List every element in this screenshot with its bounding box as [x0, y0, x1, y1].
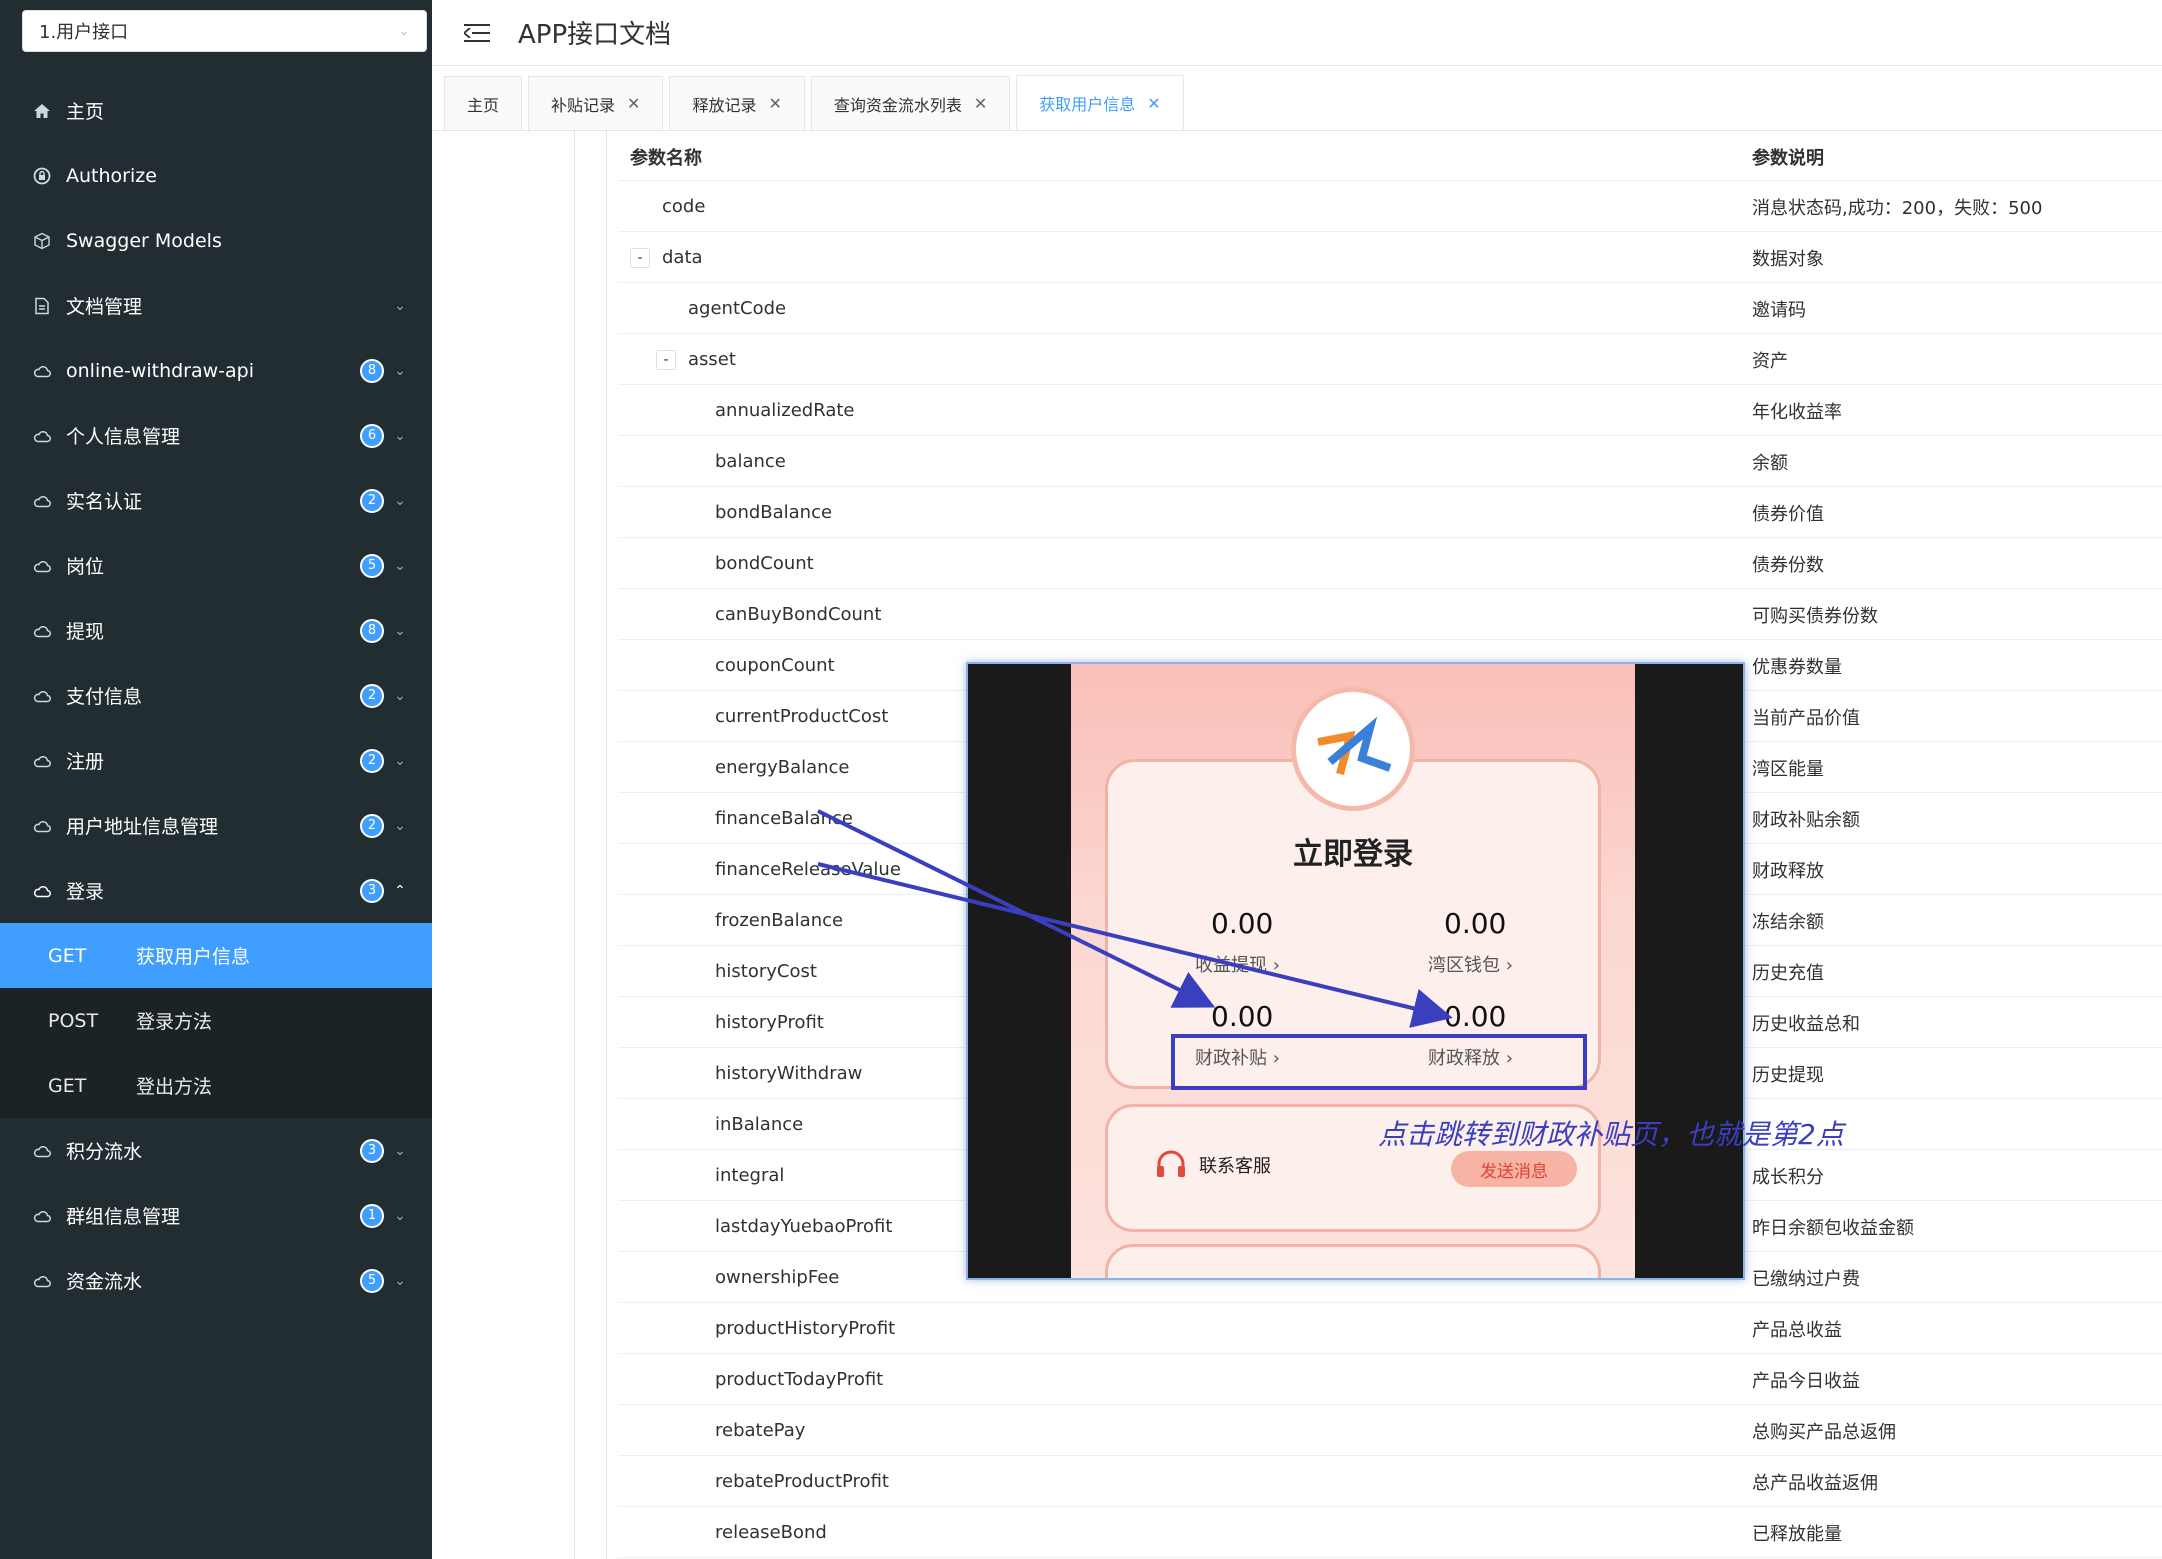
- arrow-line: [817, 809, 1216, 1008]
- annotation-text: 点击跳转到财政补贴页，也就是第2点: [1378, 1118, 1844, 1151]
- arrow-line: [817, 862, 1453, 1028]
- annotation-arrows: [817, 809, 1453, 1028]
